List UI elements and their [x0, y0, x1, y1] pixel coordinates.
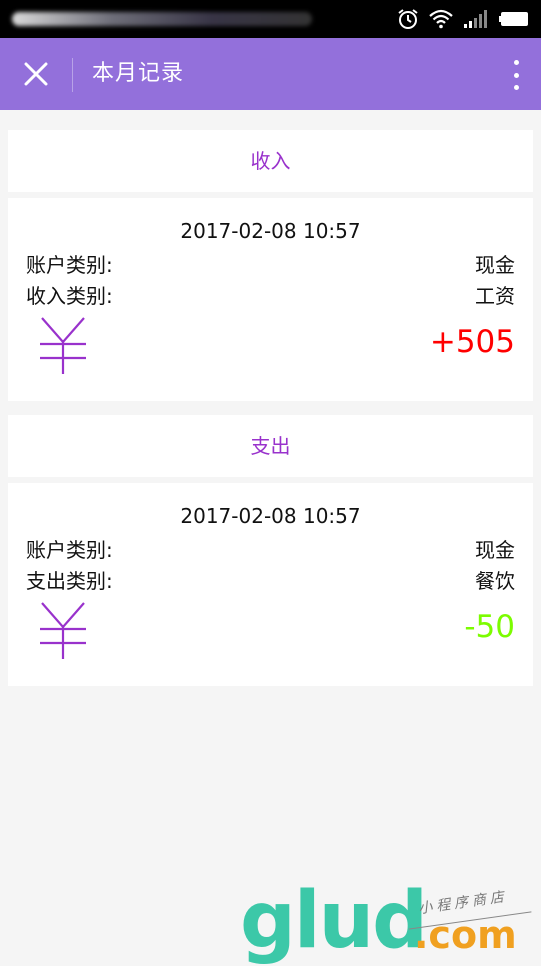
alarm-icon — [398, 9, 418, 29]
close-button[interactable] — [18, 56, 54, 92]
account-value: 现金 — [475, 252, 515, 277]
watermark-domain: .com — [414, 913, 517, 957]
status-icons — [397, 6, 531, 32]
page-title: 本月记录 — [92, 61, 185, 86]
income-amount: +505 — [429, 324, 515, 360]
income-type-label: 收入类别: — [26, 283, 113, 308]
record-time: 2017-02-08 10:57 — [180, 219, 361, 243]
account-label: 账户类别: — [26, 537, 113, 562]
expense-section-header: 支出 — [8, 415, 533, 477]
income-record-card[interactable]: 2017-02-08 10:57 账户类别: 现金 收入类别: 工资 +505 — [8, 198, 533, 401]
account-row: 账户类别: 现金 — [26, 533, 515, 563]
more-button[interactable] — [511, 60, 521, 90]
expense-type-row: 支出类别: 餐饮 — [26, 564, 515, 594]
wifi-icon — [429, 9, 453, 29]
income-type-row: 收入类别: 工资 — [26, 279, 515, 309]
account-value: 现金 — [475, 537, 515, 562]
more-vertical-icon — [513, 60, 519, 65]
status-bar — [0, 0, 541, 38]
records-list: 收入 2017-02-08 10:57 账户类别: 现金 收入类别: 工资 +5… — [8, 130, 533, 700]
account-label: 账户类别: — [26, 252, 113, 277]
account-row: 账户类别: 现金 — [26, 248, 515, 278]
yen-icon — [40, 317, 86, 374]
blurred-status-info — [12, 12, 312, 26]
expense-type-label: 支出类别: — [26, 568, 113, 593]
expense-amount: -50 — [464, 609, 515, 645]
close-icon — [24, 62, 48, 86]
more-dot — [513, 85, 519, 90]
income-type-value: 工资 — [475, 283, 515, 308]
more-dot — [513, 72, 519, 78]
nav-bar: 本月记录 — [0, 38, 541, 110]
nav-divider — [72, 58, 73, 92]
signal-icon — [464, 10, 487, 28]
yen-icon — [40, 602, 86, 659]
expense-record-card[interactable]: 2017-02-08 10:57 账户类别: 现金 支出类别: 餐饮 -50 — [8, 483, 533, 686]
battery-icon — [499, 12, 528, 26]
income-section-header: 收入 — [8, 130, 533, 192]
watermark-brand: glud — [240, 876, 428, 966]
expense-type-value: 餐饮 — [475, 568, 515, 593]
record-time: 2017-02-08 10:57 — [180, 504, 361, 528]
watermark-logo: glud 小程序商店 .com — [240, 882, 540, 960]
